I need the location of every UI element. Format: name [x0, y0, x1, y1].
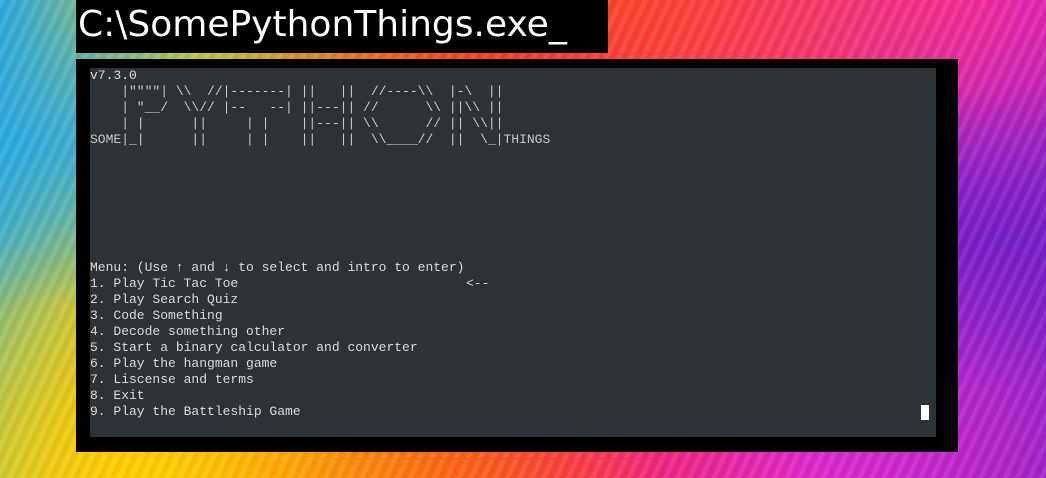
menu-header: Menu: (Use ↑ and ↓ to select and intro t… [90, 260, 465, 275]
ascii-banner-line-3: | | || | | ||---|| \\ // || \\|| [90, 116, 504, 131]
menu-item-decode-something[interactable]: 4. Decode something other [90, 324, 285, 340]
window-title: C:\SomePythonThings.exe_ [78, 4, 567, 45]
menu-item-battleship[interactable]: 9. Play the Battleship Game [90, 404, 301, 420]
text-cursor [921, 405, 929, 420]
selection-arrow: <-- [466, 276, 490, 291]
terminal-console[interactable]: v7.3.0 |""""| \\ //|-------| || || //---… [90, 68, 936, 437]
menu-item-code-something[interactable]: 3. Code Something [90, 308, 223, 324]
menu-item-tic-tac-toe[interactable]: 1. Play Tic Tac Toe [90, 276, 238, 292]
version-label: v7.3.0 [90, 68, 137, 83]
ascii-banner-line-1: |""""| \\ //|-------| || || //----\\ |-\… [90, 84, 504, 99]
menu-item-binary-calculator[interactable]: 5. Start a binary calculator and convert… [90, 340, 418, 356]
menu-item-hangman[interactable]: 6. Play the hangman game [90, 356, 277, 372]
menu-item-license[interactable]: 7. Liscense and terms [90, 372, 254, 388]
ascii-banner-line-2: | "__/ \\// |-- --| ||---|| // \\ ||\\ |… [90, 100, 504, 115]
menu-item-search-quiz[interactable]: 2. Play Search Quiz [90, 292, 238, 308]
window-title-bar: C:\SomePythonThings.exe_ [76, 0, 608, 53]
menu-item-exit[interactable]: 8. Exit [90, 388, 145, 404]
ascii-banner-line-4: SOME|_| || | | || || \\____// || \_|THIN… [90, 132, 551, 147]
